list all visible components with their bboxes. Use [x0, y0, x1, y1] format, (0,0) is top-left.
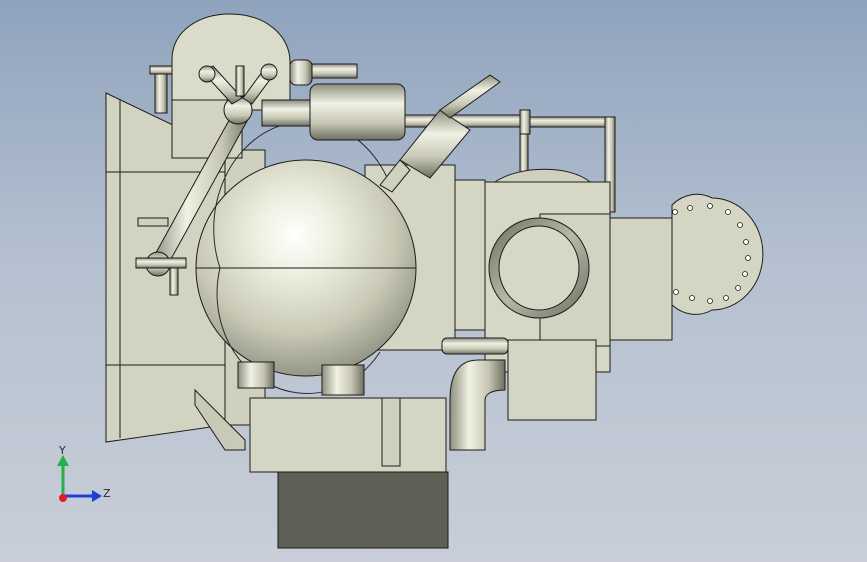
- x-axis-dot-icon: [59, 494, 67, 502]
- orientation-triad[interactable]: Y Z: [57, 444, 111, 502]
- y-axis-label: Y: [58, 444, 66, 457]
- cad-3d-viewport[interactable]: Y Z: [0, 0, 867, 562]
- assembly-model[interactable]: [105, 13, 764, 549]
- round-flange-part[interactable]: [671, 193, 764, 315]
- bottom-base-part[interactable]: [249, 397, 449, 549]
- z-axis-arrowhead-icon: [92, 490, 102, 502]
- z-axis-label: Z: [103, 487, 111, 500]
